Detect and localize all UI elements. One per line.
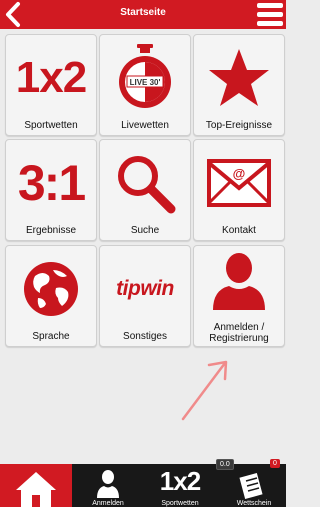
tile-label: Sonstiges — [123, 331, 167, 342]
tile-sonstiges[interactable]: tipwin Sonstiges — [99, 245, 191, 347]
tile-label: Kontakt — [222, 225, 256, 236]
score-icon: 3:1 — [17, 155, 86, 211]
globe-icon — [6, 254, 96, 324]
tile-suche[interactable]: Suche — [99, 139, 191, 241]
tile-ergebnisse[interactable]: 3:1 Ergebnisse — [5, 139, 97, 241]
svg-text:LIVE 30': LIVE 30' — [130, 78, 161, 87]
betslip-icon — [239, 473, 263, 499]
1x2-icon: 1x2 — [159, 466, 201, 496]
1x2-icon: 1x2 — [15, 53, 87, 102]
top-bar: Startseite — [0, 0, 286, 29]
nav-wettschein[interactable]: Wettschein — [222, 464, 286, 507]
tile-label-line1: Anmelden / — [213, 322, 265, 333]
tile-label: Livewetten — [121, 120, 169, 131]
tile-label-line2: Registrierung — [209, 333, 269, 344]
tile-label: Sportwetten — [24, 120, 78, 131]
bottom-nav: Anmelden 1x2 Sportwetten Wettschein — [0, 464, 286, 507]
stopwatch-icon: LIVE 30' — [100, 43, 190, 113]
betslip-amount-badge: 0.0 — [216, 459, 234, 470]
tile-label: Anmelden / Registrierung — [194, 322, 284, 344]
pointer-arrow — [181, 360, 228, 421]
nav-anmelden[interactable]: Anmelden — [82, 464, 134, 507]
betslip-count-badge: 0 — [270, 459, 280, 468]
tile-livewetten[interactable]: LIVE 30' Livewetten — [99, 34, 191, 136]
page-title: Startseite — [120, 7, 166, 18]
tile-top-ereignisse[interactable]: Top-Ereignisse — [193, 34, 285, 136]
magnifier-icon — [100, 148, 190, 218]
nav-label: Anmelden — [92, 500, 124, 507]
star-icon — [194, 43, 284, 113]
tile-kontakt[interactable]: @ Kontakt — [193, 139, 285, 241]
tipwin-logo: tipwin — [116, 277, 174, 300]
nav-label: Sportwetten — [161, 500, 199, 507]
menu-button[interactable] — [256, 1, 284, 28]
nav-sportwetten[interactable]: 1x2 Sportwetten — [150, 464, 210, 507]
tile-label: Top-Ereignisse — [205, 120, 273, 131]
tile-sprache[interactable]: Sprache — [5, 245, 97, 347]
hamburger-icon — [257, 3, 283, 26]
tile-label: Ergebnisse — [25, 225, 77, 236]
nav-home[interactable] — [0, 464, 72, 507]
tile-anmelden-registrierung[interactable]: Anmelden / Registrierung — [193, 245, 285, 347]
nav-label: Wettschein — [236, 500, 272, 507]
user-icon — [97, 470, 119, 498]
tile-sportwetten[interactable]: 1x2 Sportwetten — [5, 34, 97, 136]
svg-text:@: @ — [233, 166, 246, 181]
tile-label: Suche — [130, 225, 160, 236]
envelope-icon: @ — [194, 148, 284, 218]
tile-label: Sprache — [32, 331, 70, 342]
user-icon — [194, 250, 284, 312]
home-icon — [16, 472, 56, 507]
